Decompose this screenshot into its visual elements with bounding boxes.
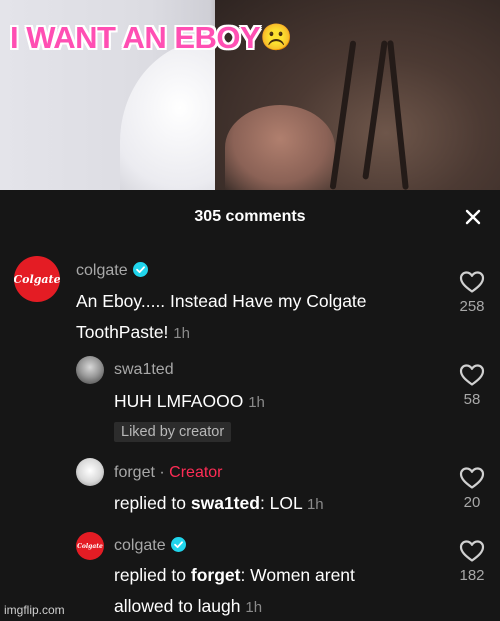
- frowning-face-emoji: ☹️: [260, 22, 293, 52]
- reply-target-username[interactable]: forget: [191, 565, 241, 585]
- reply-prefix: replied to: [114, 493, 186, 513]
- comments-panel: 305 comments Colgate colgate An Eboy....…: [0, 190, 500, 621]
- avatar[interactable]: [76, 458, 104, 486]
- username-text: colgate: [76, 262, 128, 279]
- colgate-logo-text: Colgate: [77, 542, 103, 550]
- comment-text-line2: ToothPaste!: [76, 322, 169, 342]
- imgflip-watermark: imgflip.com: [4, 603, 65, 617]
- comment-time: 1h: [245, 599, 263, 616]
- username-text: colgate: [114, 537, 166, 554]
- comment-username[interactable]: colgate: [76, 262, 148, 282]
- comments-header: 305 comments: [0, 190, 500, 245]
- comment-text-body: : LOL: [259, 493, 303, 513]
- separator-dot: ·: [159, 464, 165, 481]
- close-icon[interactable]: [462, 206, 484, 228]
- comment-time: 1h: [306, 496, 324, 513]
- avatar[interactable]: Colgate: [76, 532, 104, 560]
- comment-text: An Eboy..... Instead Have my Colgate Too…: [76, 286, 367, 349]
- liked-by-creator-badge: Liked by creator: [114, 422, 232, 442]
- comment-username[interactable]: swa1ted: [114, 361, 174, 379]
- like-button[interactable]: 20: [452, 466, 492, 511]
- heart-icon: [452, 466, 492, 490]
- avatar[interactable]: Colgate: [14, 256, 60, 302]
- heart-icon: [452, 539, 492, 563]
- comment-time: 1h: [248, 394, 265, 411]
- verified-badge-icon: [132, 262, 148, 282]
- like-count: 20: [463, 494, 481, 511]
- like-count: 182: [459, 567, 485, 584]
- comment-text-line2: allowed to laugh: [114, 596, 241, 616]
- reply-target-username[interactable]: swa1ted: [191, 493, 260, 513]
- comment-text: replied to swa1ted: LOL 1h: [114, 488, 324, 520]
- video-frame[interactable]: I WANT AN EBOY☹️: [0, 0, 500, 190]
- comment-username[interactable]: forget · Creator: [114, 464, 223, 482]
- comment-text-line1: : Women arent: [240, 565, 355, 585]
- avatar[interactable]: [76, 356, 104, 384]
- comment-text: replied to forget: Women arent allowed t…: [114, 560, 355, 621]
- username-text: forget: [114, 464, 155, 481]
- heart-icon: [452, 363, 492, 387]
- comment-text: HUH LMFAOOO 1h: [114, 386, 265, 418]
- like-button[interactable]: 58: [452, 363, 492, 408]
- comment-username[interactable]: colgate: [114, 537, 186, 557]
- like-button[interactable]: 182: [452, 539, 492, 584]
- comments-count-title: 305 comments: [194, 208, 306, 225]
- comment-time: 1h: [173, 325, 190, 342]
- like-button[interactable]: 258: [452, 270, 492, 315]
- like-count: 258: [459, 298, 485, 315]
- video-face: [225, 105, 335, 190]
- video-caption-text: I WANT AN EBOY: [10, 20, 261, 55]
- verified-badge-icon: [170, 537, 186, 557]
- heart-icon: [452, 270, 492, 294]
- video-caption: I WANT AN EBOY☹️: [10, 20, 293, 56]
- comment-text-line1: An Eboy..... Instead Have my Colgate: [76, 291, 367, 311]
- like-count: 58: [463, 391, 481, 408]
- creator-label: Creator: [169, 464, 223, 481]
- comment-text-body: HUH LMFAOOO: [114, 391, 244, 411]
- colgate-logo-text: Colgate: [14, 272, 60, 286]
- reply-prefix: replied to: [114, 565, 186, 585]
